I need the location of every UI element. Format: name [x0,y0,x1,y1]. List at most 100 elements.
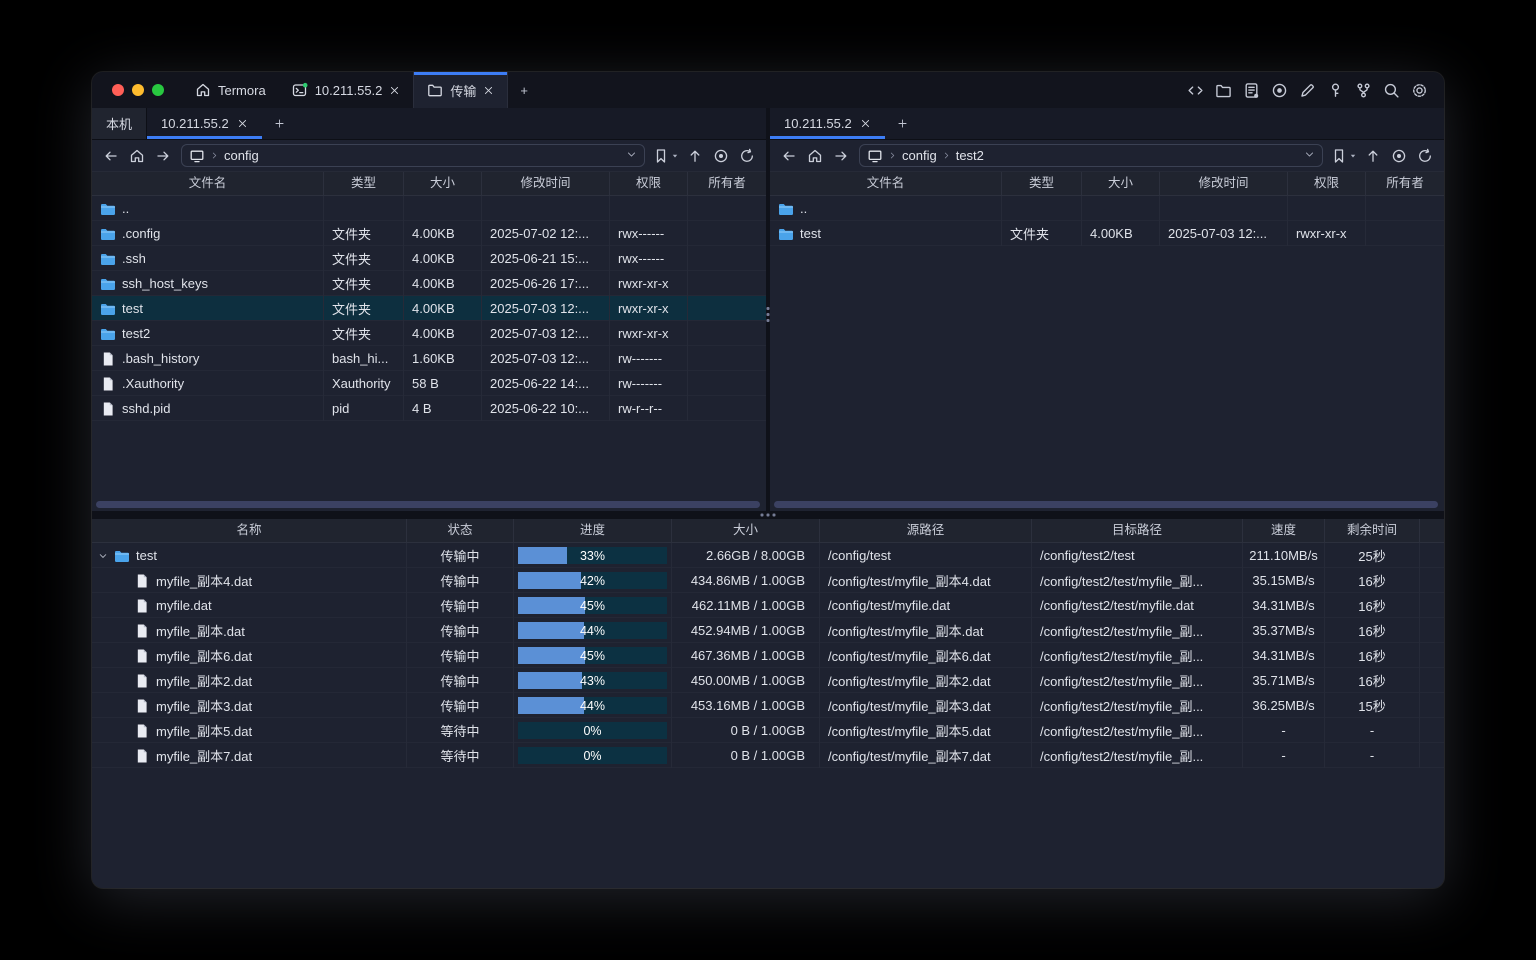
toolbar-settings-icon[interactable] [1411,82,1428,99]
show-hidden-button[interactable] [709,144,733,168]
file-mtime: 2025-07-03 12:... [482,321,610,346]
home-button[interactable] [803,144,827,168]
transfer-row[interactable]: myfile_副本2.dat 传输中 43% 450.00MB / 1.00GB… [92,668,1444,693]
close-icon[interactable] [860,118,871,129]
horizontal-splitter[interactable] [92,511,1444,519]
bookmark-button[interactable] [1329,148,1359,164]
transfer-column-header[interactable]: 目标路径 [1032,519,1243,543]
close-window-button[interactable] [112,84,124,96]
window-tab-0[interactable]: Termora [182,72,279,108]
toolbar-code-icon[interactable] [1187,82,1204,99]
file-row[interactable]: .bash_history bash_hi... 1.60KB 2025-07-… [92,346,766,371]
titlebar: Termora 10.211.55.2 传输 + [92,72,1444,108]
column-header[interactable]: 所有者 [1366,172,1444,196]
pane-tab-本机[interactable]: 本机 [92,108,147,139]
progress-percent: 45% [518,647,667,664]
toolbar-document-icon[interactable] [1243,82,1260,99]
transfer-status: 传输中 [407,668,514,693]
chevron-down-icon[interactable] [626,149,637,160]
path-breadcrumb[interactable]: config test2 [859,144,1323,167]
file-row[interactable]: .. [92,196,766,221]
close-icon[interactable] [483,85,494,96]
breadcrumb-item[interactable]: config [902,148,937,163]
toolbar-folder-outline-icon[interactable] [1215,82,1232,99]
horizontal-scrollbar[interactable] [774,501,1438,508]
transfer-progress: 0% [514,743,672,768]
forward-button[interactable] [151,144,175,168]
file-row[interactable]: test2 文件夹 4.00KB 2025-07-03 12:... rwxr-… [92,321,766,346]
breadcrumb-item[interactable]: config [224,148,259,163]
upload-button[interactable] [683,144,707,168]
toolbar-edit-icon[interactable] [1299,82,1316,99]
file-row[interactable]: .. [770,196,1444,221]
maximize-window-button[interactable] [152,84,164,96]
transfer-row[interactable]: myfile_副本4.dat 传输中 42% 434.86MB / 1.00GB… [92,568,1444,593]
file-size: 1.60KB [404,346,482,371]
transfer-row[interactable]: myfile.dat 传输中 45% 462.11MB / 1.00GB /co… [92,593,1444,618]
transfer-column-header[interactable]: 状态 [407,519,514,543]
file-row[interactable]: test 文件夹 4.00KB 2025-07-03 12:... rwxr-x… [770,221,1444,246]
column-header[interactable]: 大小 [1082,172,1160,196]
back-button[interactable] [99,144,123,168]
transfer-column-header[interactable]: 名称 [92,519,407,543]
transfer-row[interactable]: myfile_副本.dat 传输中 44% 452.94MB / 1.00GB … [92,618,1444,643]
column-header[interactable]: 修改时间 [1160,172,1288,196]
column-header[interactable]: 文件名 [770,172,1002,196]
home-icon [807,148,823,164]
transfer-column-header[interactable]: 速度 [1243,519,1325,543]
transfer-row[interactable]: test 传输中 33% 2.66GB / 8.00GB /config/tes… [92,543,1444,568]
home-button[interactable] [125,144,149,168]
transfer-row[interactable]: myfile_副本7.dat 等待中 0% 0 B / 1.00GB /conf… [92,743,1444,768]
show-hidden-button[interactable] [1387,144,1411,168]
new-window-tab-button[interactable]: + [508,72,540,108]
file-row[interactable]: sshd.pid pid 4 B 2025-06-22 10:... rw-r-… [92,396,766,421]
transfer-column-header[interactable]: 剩余时间 [1325,519,1420,543]
toolbar-branch-icon[interactable] [1355,82,1372,99]
column-header[interactable]: 类型 [1002,172,1082,196]
pane-new-tab-button[interactable] [262,108,297,139]
pane-tab-10.211.55.2[interactable]: 10.211.55.2 [770,108,885,139]
close-icon[interactable] [237,118,248,129]
horizontal-scrollbar[interactable] [96,501,760,508]
window-tab-1[interactable]: 10.211.55.2 [279,72,414,108]
file-row[interactable]: .Xauthority Xauthority 58 B 2025-06-22 1… [92,371,766,396]
file-icon [134,598,150,614]
column-header[interactable]: 权限 [610,172,688,196]
path-breadcrumb[interactable]: config [181,144,645,167]
file-row[interactable]: .config 文件夹 4.00KB 2025-07-02 12:... rwx… [92,221,766,246]
file-row[interactable]: ssh_host_keys 文件夹 4.00KB 2025-06-26 17:.… [92,271,766,296]
column-header[interactable]: 修改时间 [482,172,610,196]
forward-button[interactable] [829,144,853,168]
column-header[interactable]: 所有者 [688,172,766,196]
transfer-column-header[interactable]: 进度 [514,519,672,543]
refresh-button[interactable] [1413,144,1437,168]
column-header[interactable]: 类型 [324,172,404,196]
close-icon[interactable] [389,85,400,96]
column-header[interactable]: 文件名 [92,172,324,196]
upload-button[interactable] [1361,144,1385,168]
transfer-row[interactable]: myfile_副本6.dat 传输中 45% 467.36MB / 1.00GB… [92,643,1444,668]
chevron-down-icon[interactable] [1304,149,1315,160]
column-header[interactable]: 大小 [404,172,482,196]
transfer-row[interactable]: myfile_副本3.dat 传输中 44% 453.16MB / 1.00GB… [92,693,1444,718]
expand-chevron-icon[interactable] [98,551,108,561]
bookmark-button[interactable] [651,148,681,164]
breadcrumb-item[interactable]: test2 [956,148,984,163]
column-header[interactable]: 权限 [1288,172,1366,196]
pane-tab-10.211.55.2[interactable]: 10.211.55.2 [147,108,262,139]
toolbar-key-icon[interactable] [1327,82,1344,99]
window-tab-2[interactable]: 传输 [413,72,508,108]
minimize-window-button[interactable] [132,84,144,96]
file-row[interactable]: .ssh 文件夹 4.00KB 2025-06-21 15:... rwx---… [92,246,766,271]
plus-icon [274,118,285,129]
transfer-column-header[interactable]: 大小 [672,519,820,543]
file-row[interactable]: test 文件夹 4.00KB 2025-07-03 12:... rwxr-x… [92,296,766,321]
pane-new-tab-button[interactable] [885,108,920,139]
transfer-column-header[interactable]: 源路径 [820,519,1032,543]
toolbar-record-icon[interactable] [1271,82,1288,99]
monitor-icon [189,148,205,164]
back-button[interactable] [777,144,801,168]
toolbar-search-icon[interactable] [1383,82,1400,99]
refresh-button[interactable] [735,144,759,168]
transfer-row[interactable]: myfile_副本5.dat 等待中 0% 0 B / 1.00GB /conf… [92,718,1444,743]
